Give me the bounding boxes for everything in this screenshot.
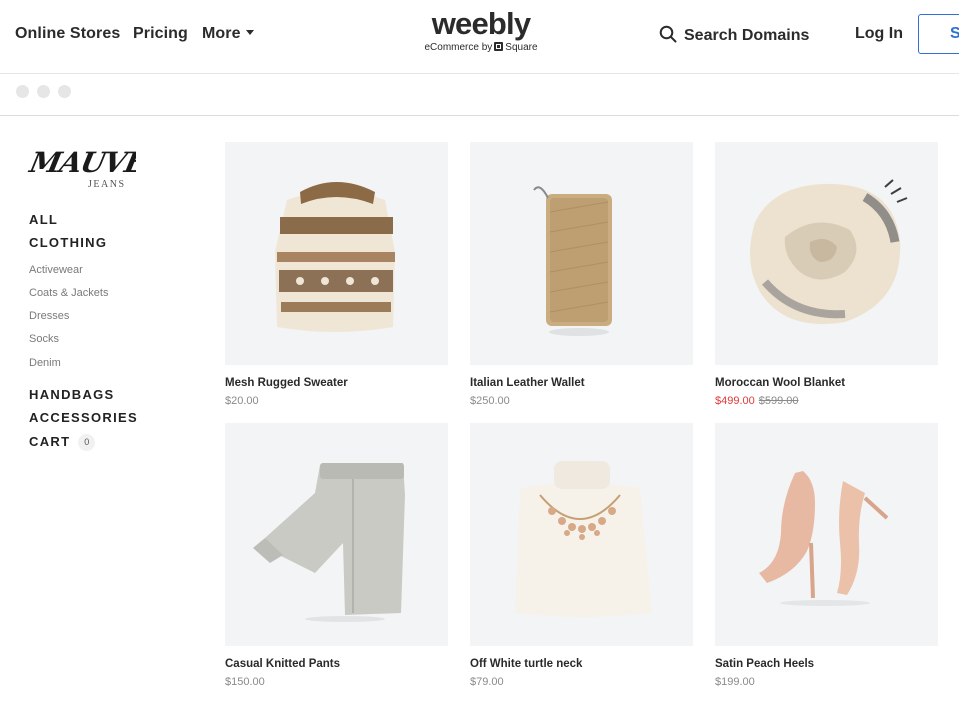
sidebar-subitem-denim[interactable]: Denim (29, 357, 61, 369)
store-logo[interactable]: MAUVE JEANS (26, 136, 151, 192)
product-price: $199.00 (715, 676, 755, 688)
sidebar-item-clothing[interactable]: CLOTHING (29, 235, 107, 250)
product-name[interactable]: Mesh Rugged Sweater (225, 377, 348, 389)
product-name[interactable]: Satin Peach Heels (715, 658, 814, 670)
product-price: $250.00 (470, 395, 510, 407)
sidebar-item-accessories[interactable]: ACCESSORIES (29, 410, 138, 425)
logo-wordmark: MAUVE (26, 145, 136, 179)
product-image[interactable] (715, 142, 938, 365)
wallet-image (533, 186, 612, 336)
square-logo-icon (494, 42, 504, 51)
window-dot-icon (16, 85, 29, 98)
search-domains-link[interactable]: Search Domains (659, 25, 809, 45)
sale-price: $499.00 (715, 395, 755, 407)
product-image[interactable] (715, 423, 938, 646)
product-card[interactable]: Casual Knitted Pants $150.00 (225, 423, 448, 698)
product-card[interactable]: Mesh Rugged Sweater $20.00 (225, 142, 448, 417)
nav-online-stores[interactable]: Online Stores (15, 25, 120, 43)
brand-tagline-suffix: Square (505, 42, 538, 53)
chevron-down-icon (245, 30, 254, 35)
product-image[interactable] (470, 423, 693, 646)
product-card[interactable]: Off White turtle neck $79.00 (470, 423, 693, 698)
nav-pricing[interactable]: Pricing (133, 25, 188, 43)
brand-tagline: eCommerce by Square (410, 42, 552, 53)
product-card[interactable]: Italian Leather Wallet $250.00 (470, 142, 693, 417)
product-name[interactable]: Casual Knitted Pants (225, 658, 340, 670)
product-price: $20.00 (225, 395, 259, 407)
product-image[interactable] (225, 142, 448, 365)
window-dot-icon (37, 85, 50, 98)
turtleneck-image (515, 461, 652, 617)
log-in-link[interactable]: Log In (855, 25, 903, 43)
product-name[interactable]: Italian Leather Wallet (470, 377, 585, 389)
brand-wordmark: weebly (431, 6, 531, 41)
weebly-logo[interactable]: weebly eCommerce by Square (410, 5, 552, 53)
pants-image (253, 463, 405, 622)
nav-more-dropdown[interactable]: More (202, 25, 254, 43)
product-image[interactable] (225, 423, 448, 646)
cart-count-badge: 0 (78, 434, 96, 451)
product-price: $150.00 (225, 676, 265, 688)
heels-image (759, 471, 889, 606)
sweater-image (275, 182, 395, 332)
sidebar-subitem-socks[interactable]: Socks (29, 333, 59, 345)
product-image[interactable] (470, 142, 693, 365)
mauve-logo-icon: MAUVE JEANS (26, 145, 151, 190)
brand-tagline-prefix: eCommerce by (424, 42, 493, 53)
window-dot-icon (58, 85, 71, 98)
logo-subtext: JEANS (88, 179, 126, 190)
search-domains-label: Search Domains (684, 27, 810, 44)
product-price: $499.00 $599.00 (715, 395, 799, 407)
nav-more-label: More (202, 25, 241, 42)
product-name[interactable]: Moroccan Wool Blanket (715, 377, 845, 389)
sidebar-subitem-dresses[interactable]: Dresses (29, 310, 69, 322)
product-card[interactable]: Satin Peach Heels $199.00 (715, 423, 938, 698)
cart-label: CART (29, 434, 71, 449)
product-card[interactable]: Moroccan Wool Blanket $499.00 $599.00 (715, 142, 938, 417)
sidebar-subitem-coats-jackets[interactable]: Coats & Jackets (29, 287, 108, 299)
sign-up-button[interactable]: S (918, 14, 959, 54)
sidebar-item-all[interactable]: ALL (29, 212, 58, 227)
product-price: $79.00 (470, 676, 504, 688)
blanket-image (750, 179, 908, 324)
original-price: $599.00 (758, 395, 799, 407)
weebly-top-nav: Online Stores Pricing More weebly eComme… (0, 0, 959, 74)
sidebar-item-handbags[interactable]: HANDBAGS (29, 387, 115, 402)
sidebar-item-cart[interactable]: CART 0 (29, 434, 96, 451)
search-icon (659, 25, 677, 43)
sidebar-subitem-activewear[interactable]: Activewear (29, 264, 83, 276)
product-name[interactable]: Off White turtle neck (470, 658, 582, 670)
browser-chrome-bar (0, 75, 959, 116)
